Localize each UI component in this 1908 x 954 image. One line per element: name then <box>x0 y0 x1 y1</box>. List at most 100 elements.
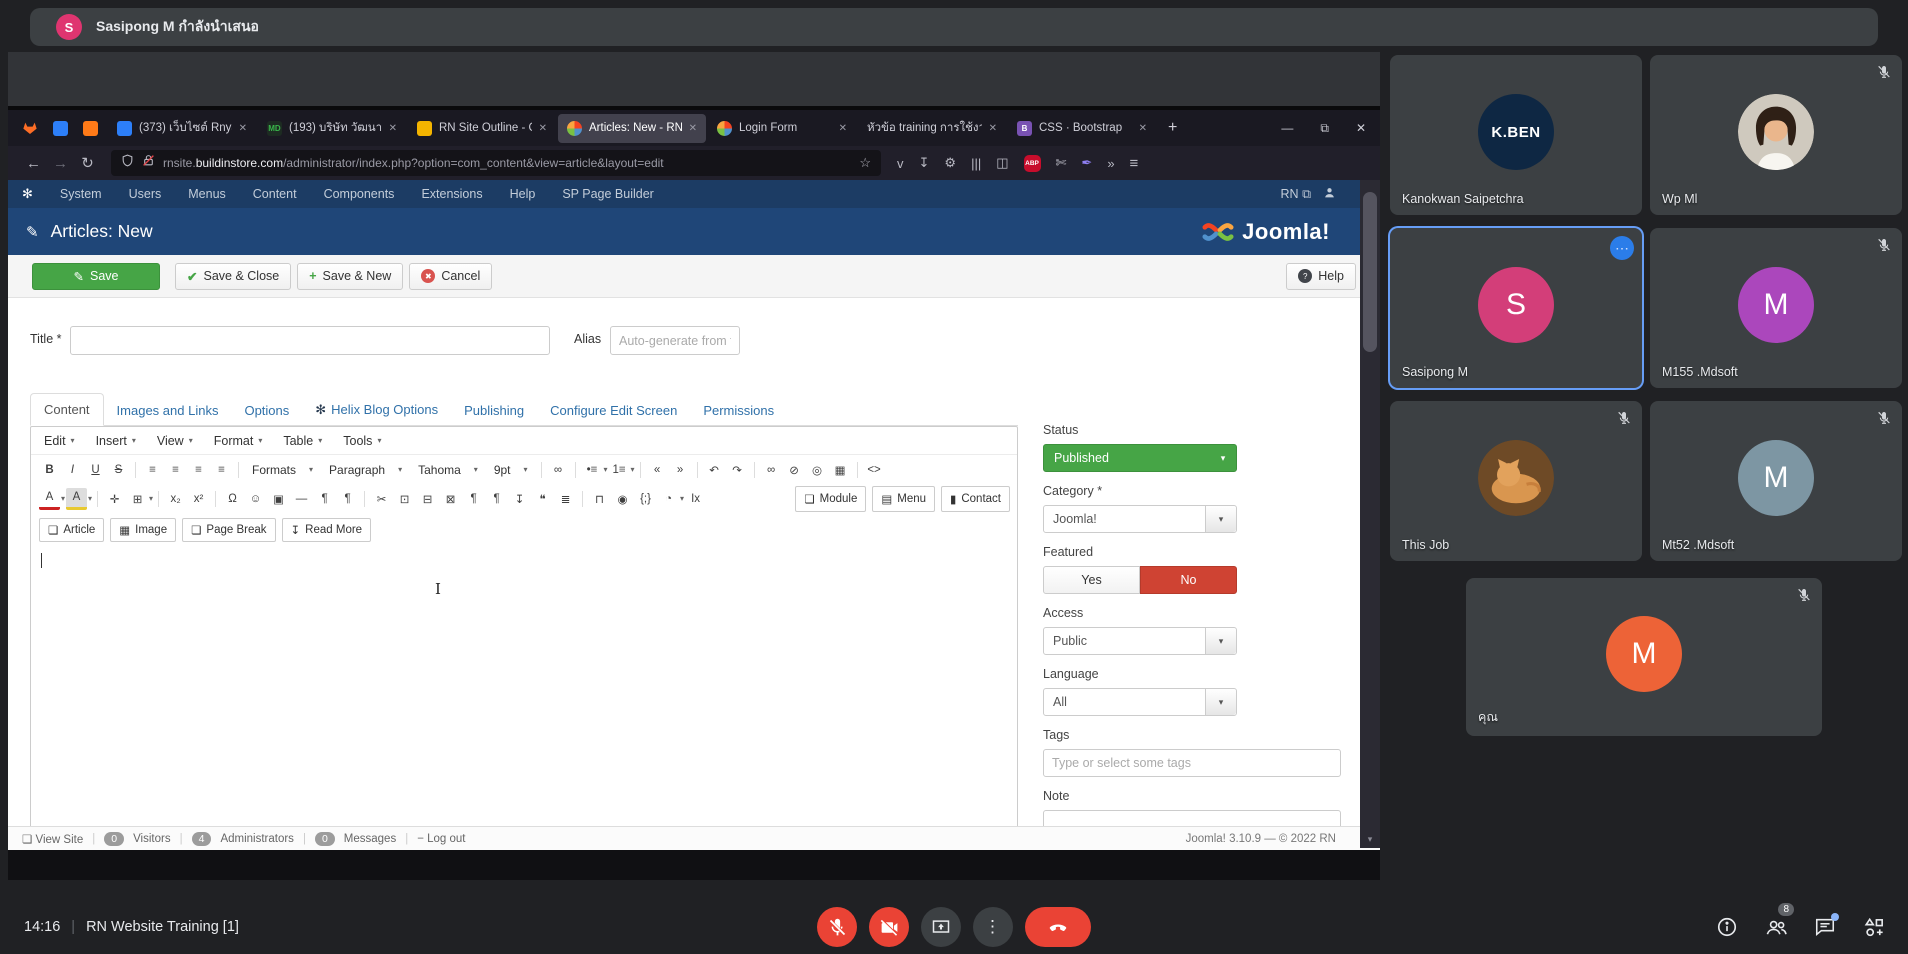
table-icon[interactable]: ⊞ <box>127 488 148 510</box>
sidebar-icon[interactable]: ◫ <box>996 155 1008 171</box>
devtools-icon[interactable]: ⚙ <box>944 155 956 171</box>
participant-tile[interactable]: This Job <box>1390 401 1642 561</box>
leave-call-button[interactable] <box>1025 907 1091 947</box>
forward-icon[interactable]: → <box>47 155 74 172</box>
pinned-tab-gitlab-icon[interactable] <box>18 120 42 136</box>
admins-link[interactable]: Administrators <box>220 833 294 845</box>
clear-formatting-icon[interactable]: Ix <box>685 488 706 510</box>
more-options-button[interactable]: ⋮ <box>973 907 1013 947</box>
participant-tile[interactable]: K.BEN Kanokwan Saipetchra <box>1390 55 1642 215</box>
participant-tile-presenting[interactable]: S Sasipong M ⋯ <box>1390 228 1642 388</box>
pinned-tab-orange-icon[interactable] <box>78 120 102 136</box>
reload-icon[interactable]: ↻ <box>74 154 101 172</box>
nav-extensions[interactable]: Extensions <box>421 187 482 201</box>
tab-close-icon[interactable]: ✕ <box>689 123 697 134</box>
tags-input[interactable] <box>1043 749 1341 777</box>
camera-toggle-button[interactable] <box>869 907 909 947</box>
paragraph-dropdown[interactable]: Paragraph ▾ <box>321 463 410 477</box>
menu-edit[interactable]: Edit ▾ <box>44 434 75 448</box>
chat-icon[interactable] <box>1813 913 1839 939</box>
note-input[interactable] <box>1043 810 1341 826</box>
pinned-tab-blue-icon[interactable] <box>48 120 72 136</box>
paragraph-mark-icon[interactable]: ¶ <box>463 488 484 510</box>
special-char-icon[interactable]: Ω <box>222 488 243 510</box>
underline-icon[interactable]: U <box>85 459 106 481</box>
browser-tab-active[interactable]: Articles: New - RN - A ✕ <box>558 113 706 143</box>
menu-insert[interactable]: Insert ▾ <box>96 434 136 448</box>
contact-button[interactable]: ▮ Contact <box>941 485 1010 512</box>
align-right-icon[interactable]: ≡ <box>188 459 209 481</box>
activities-icon[interactable] <box>1862 915 1886 939</box>
redo-icon[interactable]: ↷ <box>727 459 748 481</box>
present-screen-button[interactable] <box>921 907 961 947</box>
messages-link[interactable]: Messages <box>344 833 396 845</box>
italic-icon[interactable]: I <box>62 459 83 481</box>
tab-close-icon[interactable]: ✕ <box>389 123 397 134</box>
code-sample-icon[interactable]: {;} <box>635 488 656 510</box>
source-code-icon[interactable]: <> <box>864 459 885 481</box>
highlight-color-icon[interactable]: A <box>66 487 88 510</box>
screenshot-icon[interactable]: ✄ <box>1056 155 1067 171</box>
module-button[interactable]: ❏ Module <box>795 485 867 512</box>
nav-help[interactable]: Help <box>510 187 536 201</box>
read-more-button[interactable]: ↧ Read More <box>281 518 372 542</box>
toc-icon[interactable]: ≣ <box>555 488 576 510</box>
menu-icon[interactable]: ≡ <box>1130 155 1139 172</box>
browser-tab[interactable]: B CSS · Bootstrap ✕ <box>1008 114 1156 143</box>
browser-tab[interactable]: RN Site Outline - Goo ✕ <box>408 114 556 143</box>
paste-icon[interactable]: ⊟ <box>417 488 438 510</box>
scroll-down-arrow[interactable]: ▾ <box>1360 834 1380 845</box>
show-invisibles-icon[interactable]: ¶ <box>486 488 507 510</box>
view-site-link[interactable]: ❏ View Site <box>22 832 83 846</box>
menu-tools[interactable]: Tools ▾ <box>343 434 381 448</box>
site-link[interactable]: RN ⧉ <box>1281 187 1311 202</box>
font-dropdown[interactable]: Tahoma ▾ <box>410 463 486 477</box>
formats-dropdown[interactable]: Formats ▾ <box>244 463 321 477</box>
library-icon[interactable]: ||| <box>971 156 981 171</box>
numbered-list-icon[interactable]: 1≡ <box>609 459 630 481</box>
insert-image-icon[interactable]: ▦ <box>830 459 851 481</box>
new-tab-button[interactable]: + <box>1168 119 1177 137</box>
undo-icon[interactable]: ↶ <box>704 459 725 481</box>
anchor-icon[interactable]: ◎ <box>807 459 828 481</box>
logout-link[interactable]: − Log out <box>417 833 465 845</box>
paste-text-icon[interactable]: ⊠ <box>440 488 461 510</box>
adblock-icon[interactable]: ABP <box>1023 154 1041 172</box>
save-close-button[interactable]: ✔ Save & Close <box>175 262 292 290</box>
tab-options[interactable]: Options <box>231 395 302 426</box>
close-icon[interactable]: ✕ <box>1356 121 1366 136</box>
insert-article-button[interactable]: ❏ Article <box>39 518 105 542</box>
menu-view[interactable]: View ▾ <box>157 434 193 448</box>
menu-table[interactable]: Table ▾ <box>283 434 322 448</box>
fontsize-dropdown[interactable]: 9pt ▾ <box>486 463 536 477</box>
download-icon[interactable]: ↧ <box>919 155 930 171</box>
justify-icon[interactable]: ≡ <box>211 459 232 481</box>
quill-extension-icon[interactable]: ✒ <box>1081 155 1092 171</box>
nav-components[interactable]: Components <box>324 187 395 201</box>
featured-no-button[interactable]: No <box>1140 566 1237 594</box>
save-button[interactable]: ✎ Save <box>32 262 160 290</box>
mic-toggle-button[interactable] <box>817 907 857 947</box>
scrollbar-thumb[interactable] <box>1363 192 1377 352</box>
meeting-details-icon[interactable] <box>1715 915 1739 939</box>
bookmark-star-icon[interactable]: ☆ <box>859 155 871 171</box>
browser-tab[interactable]: หัวข้อ training การใช้งานเว็ ✕ <box>858 114 1006 143</box>
align-center-icon[interactable]: ≡ <box>165 459 186 481</box>
tab-permissions[interactable]: Permissions <box>690 395 787 426</box>
page-scrollbar[interactable]: ▾ <box>1360 180 1380 848</box>
back-icon[interactable]: ← <box>20 155 47 172</box>
alias-input[interactable] <box>610 326 740 355</box>
ltr-icon[interactable]: ¶ <box>314 488 335 510</box>
outdent-icon[interactable]: « <box>647 459 668 481</box>
nav-system[interactable]: System <box>60 187 102 201</box>
remove-link-icon[interactable]: ⊘ <box>784 459 805 481</box>
tab-publishing[interactable]: Publishing <box>451 395 537 426</box>
tab-close-icon[interactable]: ✕ <box>989 123 997 134</box>
insert-media-icon[interactable]: ▣ <box>268 488 289 510</box>
language-select[interactable]: All ▾ <box>1043 688 1237 716</box>
nav-sp-page-builder[interactable]: SP Page Builder <box>562 187 654 201</box>
restore-icon[interactable]: ⧉ <box>1320 121 1329 136</box>
indent-icon[interactable]: » <box>670 459 691 481</box>
blockquote-icon[interactable]: ❝ <box>532 488 553 510</box>
subscript-icon[interactable]: x₂ <box>165 488 186 510</box>
